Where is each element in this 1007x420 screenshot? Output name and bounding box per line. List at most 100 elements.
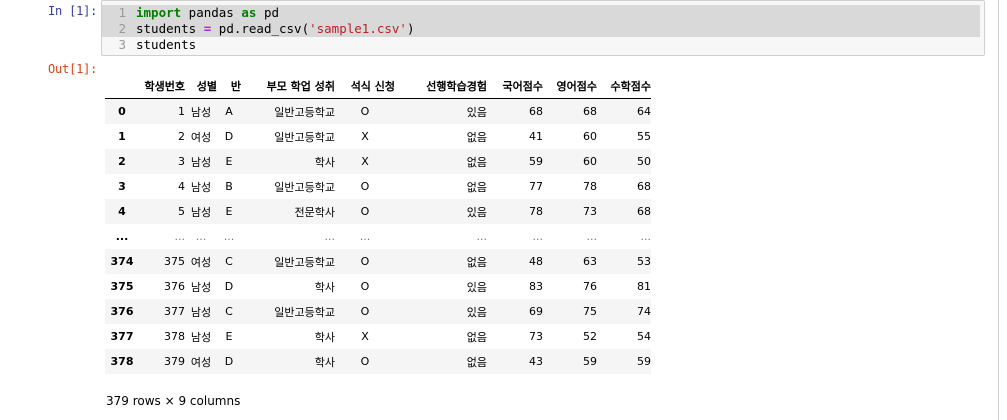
table-cell: 81 — [637, 280, 651, 293]
table-cell: 4 — [178, 180, 185, 193]
table-cell: 1 — [178, 105, 185, 118]
table-cell: 48 — [529, 255, 543, 268]
output-prompt: Out[1]: — [48, 62, 98, 76]
table-cell: 53 — [637, 255, 651, 268]
table-cell: 378 — [164, 330, 185, 343]
table-cell: B — [225, 180, 233, 193]
row-index: 2 — [118, 155, 126, 168]
table-cell: O — [360, 105, 370, 118]
table-cell: 학사 — [314, 280, 335, 294]
table-cell: 69 — [529, 305, 543, 318]
table-row: 4 5 남성 E 전문학사 O 있음 78 73 68 — [105, 199, 651, 224]
table-cell: 없음 — [466, 155, 487, 169]
column-header: 반 — [217, 74, 241, 99]
table-row: 375 376 남성 D 학사 O 있음 83 76 81 — [105, 274, 651, 299]
table-cell: 83 — [529, 280, 543, 293]
table-cell: ... — [195, 230, 207, 243]
column-header: 국어점수 — [487, 74, 543, 99]
table-cell: ... — [324, 230, 336, 243]
table-cell: 375 — [164, 255, 185, 268]
table-cell: 52 — [583, 330, 597, 343]
table-cell: 남성 — [190, 305, 212, 319]
table-cell: 남성 — [190, 280, 212, 294]
table-cell: A — [225, 105, 233, 118]
row-index: 1 — [118, 130, 126, 143]
table-cell: 78 — [529, 205, 543, 218]
code-token: pd.read_csv( — [211, 21, 310, 36]
dataframe-table: 학생번호 성별 반 부모 학업 성취 석식 신청 선행학습경험 국어점수 영어점수 수학점수 0… — [105, 74, 651, 374]
table-cell: 3 — [178, 155, 185, 168]
table-cell: D — [224, 130, 234, 143]
table-cell: 있음 — [466, 105, 487, 119]
table-cell: 2 — [178, 130, 185, 143]
code-token: import — [136, 5, 182, 20]
table-cell: 학사 — [314, 330, 335, 344]
table-cell: C — [225, 255, 233, 268]
table-cell: ... — [174, 230, 186, 243]
table-cell: 없음 — [466, 255, 487, 269]
table-cell: 41 — [529, 130, 543, 143]
table-cell: 78 — [583, 180, 597, 193]
column-header: 학생번호 — [139, 74, 185, 99]
table-cell: 77 — [529, 180, 543, 193]
table-cell: D — [224, 280, 234, 293]
column-header: 성별 — [185, 74, 217, 99]
table-cell: O — [360, 355, 370, 368]
table-row: 3 4 남성 B 일반고등학교 O 없음 77 78 68 — [105, 174, 651, 199]
column-header: 석식 신청 — [335, 74, 395, 99]
table-row: 374 375 여성 C 일반고등학교 O 없음 48 63 53 — [105, 249, 651, 274]
table-cell: 43 — [529, 355, 543, 368]
column-header: 영어점수 — [543, 74, 597, 99]
table-cell: 59 — [583, 355, 597, 368]
code-line[interactable]: 2 students = pd.read_csv('sample1.csv') — [102, 21, 980, 37]
table-cell: 73 — [529, 330, 543, 343]
table-cell: D — [224, 355, 234, 368]
table-cell: 63 — [583, 255, 597, 268]
code-line[interactable]: 3 students — [102, 37, 196, 53]
table-cell: 74 — [637, 305, 651, 318]
table-cell: 없음 — [466, 355, 487, 369]
table-cell: 376 — [164, 280, 185, 293]
code-token: as — [241, 5, 257, 20]
table-cell: 일반고등학교 — [274, 305, 335, 319]
row-index: 4 — [118, 205, 126, 218]
table-cell: ... — [359, 230, 371, 243]
code-line[interactable]: 1 import pandas as pd — [102, 5, 980, 21]
table-cell: ... — [586, 230, 598, 243]
table-cell: 일반고등학교 — [274, 130, 335, 144]
table-cell: O — [360, 255, 370, 268]
table-cell: 남성 — [190, 180, 212, 194]
table-cell: ... — [640, 230, 652, 243]
code-token: students — [136, 37, 197, 52]
code-token: 'sample1.csv' — [309, 21, 407, 36]
table-cell: 59 — [529, 155, 543, 168]
row-index: 375 — [110, 280, 134, 293]
table-row: 377 378 남성 E 학사 X 없음 73 52 54 — [105, 324, 651, 349]
table-cell: 68 — [529, 105, 543, 118]
table-cell: E — [225, 155, 233, 168]
table-row: .............................. — [105, 224, 651, 249]
input-prompt: In [1]: — [48, 4, 98, 18]
table-cell: 학사 — [314, 355, 335, 369]
code-token: pd — [256, 5, 280, 20]
table-cell: 학사 — [314, 155, 335, 169]
table-cell: 일반고등학교 — [274, 180, 335, 194]
table-cell: 없음 — [466, 180, 487, 194]
code-editor[interactable]: 1 import pandas as pd 2 students = pd.read_… — [101, 0, 985, 56]
table-cell: E — [225, 205, 233, 218]
index-header — [105, 74, 139, 99]
column-header: 부모 학업 성취 — [241, 74, 335, 99]
column-header: 선행학습경험 — [395, 74, 487, 99]
table-cell: 남성 — [190, 205, 212, 219]
code-token: ) — [406, 21, 415, 36]
table-cell: 76 — [583, 280, 597, 293]
table-cell: 75 — [583, 305, 597, 318]
table-cell: 일반고등학교 — [274, 105, 335, 119]
code-token: students — [136, 21, 204, 36]
table-cell: 377 — [164, 305, 185, 318]
table-cell: O — [360, 280, 370, 293]
table-cell: ... — [532, 230, 544, 243]
table-cell: 73 — [583, 205, 597, 218]
table-cell: 있음 — [466, 305, 487, 319]
table-cell: O — [360, 305, 370, 318]
